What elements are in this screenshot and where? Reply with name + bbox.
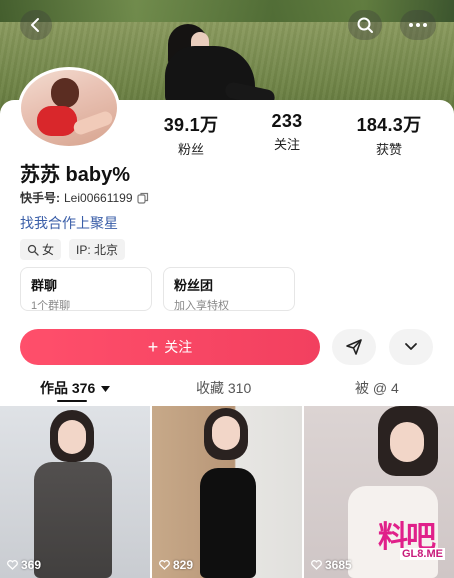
stat-following[interactable]: 233 关注 xyxy=(252,111,322,153)
likes-count: 184.3万 xyxy=(356,115,422,135)
thumb-face xyxy=(58,420,86,454)
follow-label: 关注 xyxy=(164,339,193,355)
caret-down-icon xyxy=(101,386,111,392)
following-count: 233 xyxy=(271,111,303,131)
group-chat-card[interactable]: 群聊 1个群聊 xyxy=(20,267,152,312)
gender-tag: 女 xyxy=(20,239,62,260)
stat-fans[interactable]: 39.1万 粉丝 xyxy=(148,111,234,158)
fans-count: 39.1万 xyxy=(163,115,219,135)
tab-works-label: 作品 376 xyxy=(40,380,96,396)
fans-label: 粉丝 xyxy=(177,142,204,157)
fan-club-card[interactable]: 粉丝团 加入享特权 xyxy=(163,267,295,312)
ip-location-label: IP: 北京 xyxy=(76,243,119,257)
stat-likes[interactable]: 184.3万 获赞 xyxy=(336,111,442,158)
video-like-count: 3685 xyxy=(311,558,352,572)
video-thumbnail[interactable]: 829 xyxy=(152,406,302,578)
heart-icon xyxy=(159,560,170,570)
tab-works[interactable]: 作品 376 xyxy=(40,378,111,398)
profile-tags: 女 IP: 北京 xyxy=(20,239,126,260)
following-label: 关注 xyxy=(273,137,300,152)
search-person-icon xyxy=(27,244,39,256)
content-tabs: 作品 376 收藏 310 被 @ 4 xyxy=(0,378,454,402)
send-icon xyxy=(346,339,362,355)
cover-trees xyxy=(0,0,454,22)
watermark-logo: 料吧 GL8.ME xyxy=(370,510,454,570)
search-icon xyxy=(357,17,373,33)
thumb-dress xyxy=(200,468,256,578)
group-chat-title: 群聊 xyxy=(31,278,58,293)
likes-label: 获赞 xyxy=(375,142,402,157)
video-thumbnail[interactable]: 369 xyxy=(0,406,150,578)
profile-bio-link[interactable]: 找我合作上聚星 xyxy=(20,213,118,233)
follow-button[interactable]: + 关注 xyxy=(20,329,320,365)
active-tab-indicator xyxy=(57,400,87,402)
thumb-face xyxy=(390,422,424,462)
avatar-leg xyxy=(71,109,115,137)
user-id-value: Lei00661199 xyxy=(64,190,133,205)
copy-icon[interactable] xyxy=(136,192,149,204)
chevron-left-icon xyxy=(31,18,39,32)
watermark-domain: GL8.ME xyxy=(400,548,445,560)
gender-label: 女 xyxy=(42,243,55,257)
avatar[interactable] xyxy=(18,67,120,149)
profile-name: 苏苏 baby% xyxy=(20,164,131,186)
back-button[interactable] xyxy=(20,10,52,40)
user-id-row: 快手号: Lei00661199 xyxy=(20,189,149,206)
plus-icon: + xyxy=(147,337,159,357)
thumb-face xyxy=(212,416,240,450)
fan-club-subtitle: 加入享特权 xyxy=(174,300,229,312)
heart-icon xyxy=(311,560,322,570)
user-id-label: 快手号: xyxy=(20,191,60,205)
group-chat-subtitle: 1个群聊 xyxy=(31,300,71,312)
more-dots-icon xyxy=(409,23,427,27)
more-button[interactable] xyxy=(400,10,436,40)
search-button[interactable] xyxy=(348,10,382,40)
thumb-dress xyxy=(34,462,112,578)
avatar-hair xyxy=(51,78,79,108)
chevron-down-icon xyxy=(405,343,417,350)
tab-favorites[interactable]: 收藏 310 xyxy=(196,378,251,398)
tab-mentions[interactable]: 被 @ 4 xyxy=(355,378,399,398)
video-like-count: 829 xyxy=(159,558,193,572)
fan-club-title: 粉丝团 xyxy=(174,278,214,293)
more-options-dropdown-button[interactable] xyxy=(389,329,433,365)
heart-icon xyxy=(7,560,18,570)
avatar-red-outfit xyxy=(37,106,77,136)
share-button[interactable] xyxy=(332,329,376,365)
video-like-count: 369 xyxy=(7,558,41,572)
ip-location-tag: IP: 北京 xyxy=(69,239,126,260)
